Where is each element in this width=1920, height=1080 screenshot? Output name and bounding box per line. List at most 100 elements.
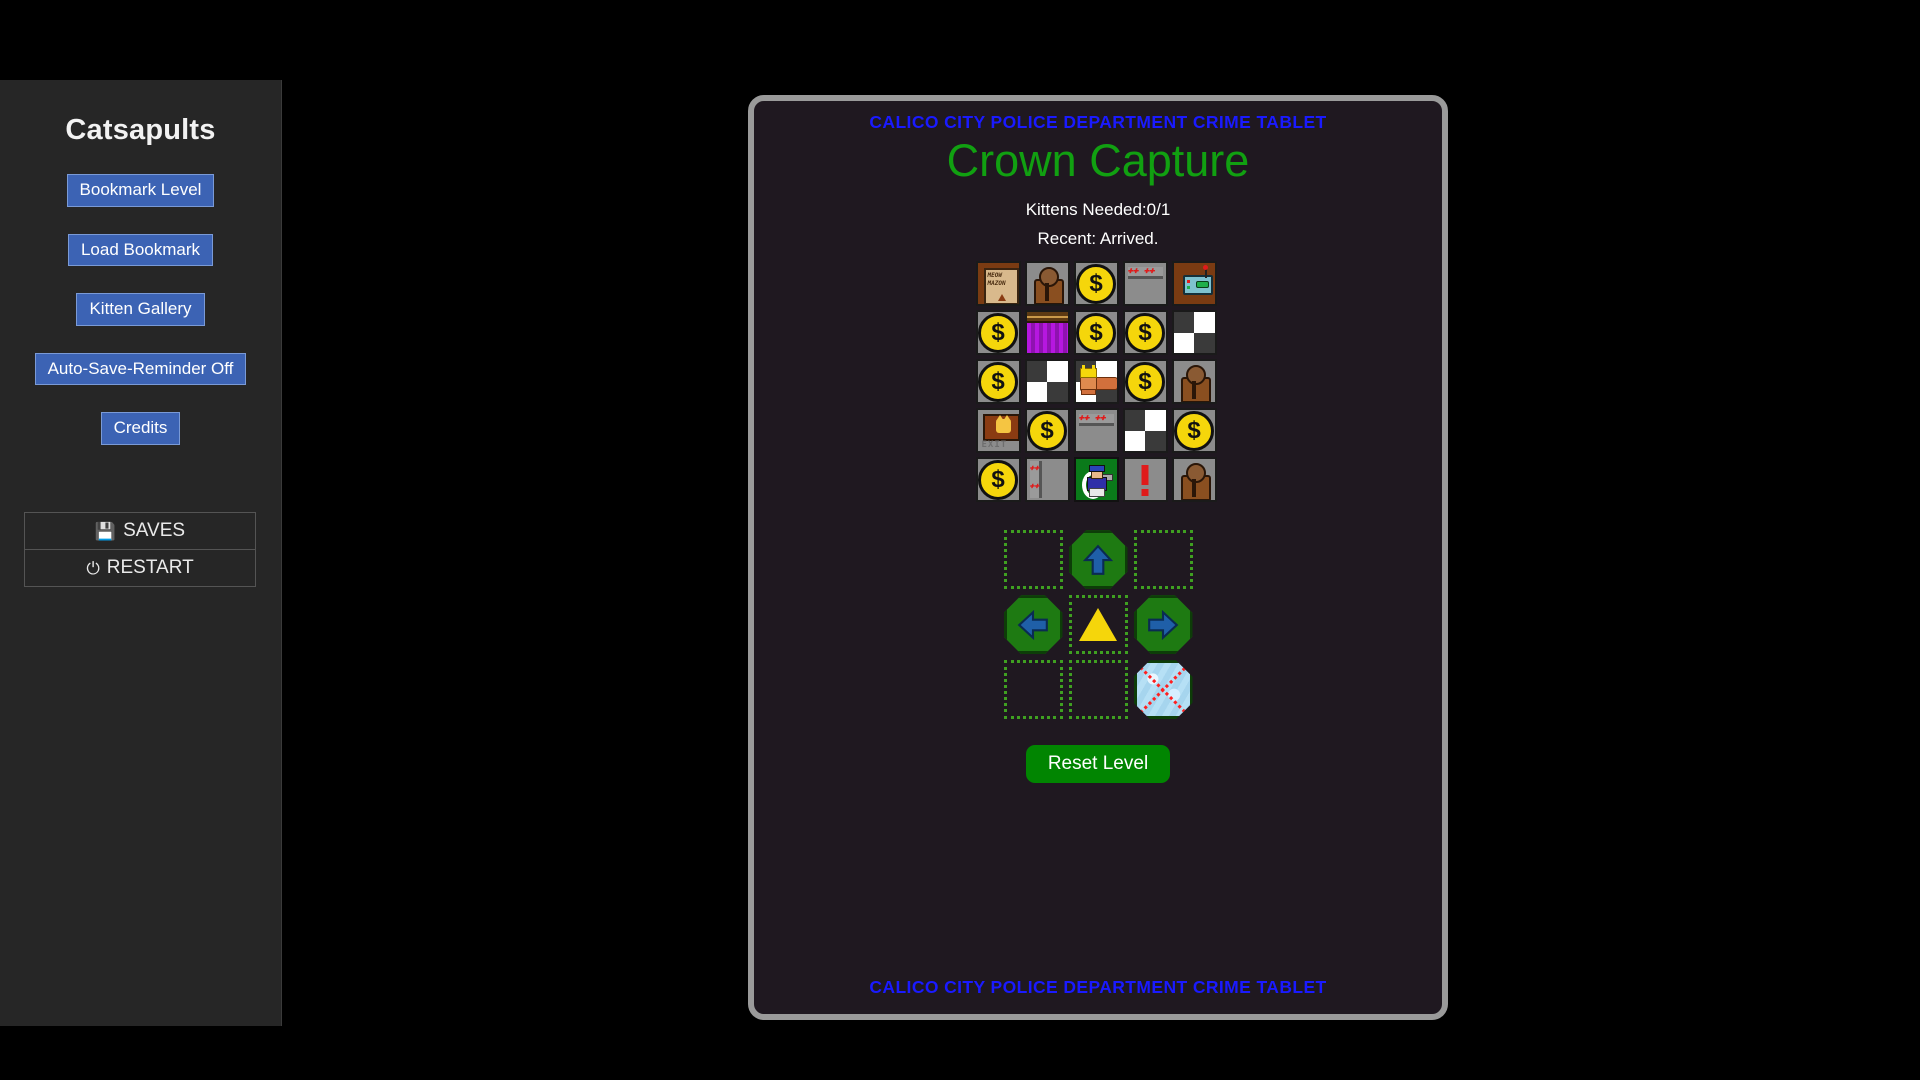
- app-root: Catsapults Bookmark Level Load Bookmark Ki…: [0, 0, 1920, 1080]
- sign-marks: ✚✚: [1029, 463, 1040, 473]
- menu-item-restart[interactable]: ⏻ RESTART: [25, 549, 255, 586]
- floppy-disk-icon: 💾: [94, 521, 117, 541]
- coin-icon: $: [978, 312, 1018, 353]
- exit-sign-icon: [982, 414, 1019, 442]
- control-launch[interactable]: [1068, 595, 1128, 655]
- reset-level-button[interactable]: Reset Level: [1025, 745, 1171, 784]
- control-slot-empty: [1003, 530, 1063, 590]
- tile-checkerboard[interactable]: [1024, 359, 1070, 405]
- arrow-up-icon: [1081, 543, 1115, 577]
- control-slot-empty: [1068, 660, 1128, 720]
- tile-coin[interactable]: $: [1073, 310, 1119, 356]
- launch-triangle-icon: [1079, 608, 1117, 642]
- recent-status: Recent: Arrived.: [1037, 229, 1159, 249]
- tile-checkerboard[interactable]: [1171, 310, 1217, 356]
- warning-sign-icon: ✚✚ ✚✚: [1127, 266, 1163, 280]
- control-move-left[interactable]: [1003, 595, 1063, 655]
- tile-coin[interactable]: $: [1122, 310, 1168, 356]
- tile-coin[interactable]: $: [1073, 261, 1119, 307]
- exit-sign-label: EXIT: [981, 440, 1008, 451]
- tile-exit-sign[interactable]: EXIT: [975, 408, 1021, 454]
- police-officer-icon: [1082, 464, 1113, 499]
- tile-alert[interactable]: [1122, 457, 1168, 503]
- checker-pattern: [1173, 312, 1215, 354]
- tile-delivery-box[interactable]: MEOW MAZON: [975, 261, 1021, 307]
- sign-marks: ✚✚ ✚✚: [1127, 266, 1155, 277]
- tile-coin[interactable]: $: [975, 457, 1021, 503]
- control-slot-empty: [1133, 530, 1193, 590]
- arrow-right-icon: [1146, 608, 1180, 642]
- sidebar-button-row: Bookmark Level: [0, 174, 281, 207]
- coin-icon: $: [978, 361, 1018, 402]
- alert-exclamation-icon: [1141, 465, 1149, 486]
- game-grid: MEOW MAZON $ ✚✚ ✚✚ $ $ $ $ $ EXIT $ ✚✚ ✚✚ $ $ ✚✚ ✚✚: [975, 261, 1221, 503]
- statue-icon: [1032, 266, 1064, 305]
- checker-pattern: [1124, 410, 1166, 452]
- coin-icon: $: [1125, 312, 1165, 353]
- tile-coin[interactable]: $: [1024, 408, 1070, 454]
- sidebar-button-bookmark-level[interactable]: Bookmark Level: [66, 174, 215, 207]
- coin-icon: $: [1027, 410, 1067, 451]
- tile-coin[interactable]: $: [975, 310, 1021, 356]
- tile-crowned-cat[interactable]: [1073, 359, 1119, 405]
- sidebar-buttons: Bookmark Level Load Bookmark Kitten Galler…: [0, 174, 281, 445]
- sidebar-button-load-bookmark[interactable]: Load Bookmark: [67, 233, 214, 267]
- direction-controls: [1003, 530, 1193, 720]
- sidebar-button-row: Auto-Save-Reminder Off: [0, 352, 281, 386]
- sidebar-button-kitten-gallery[interactable]: Kitten Gallery: [76, 293, 205, 326]
- tile-sign-horizontal[interactable]: ✚✚ ✚✚: [1122, 261, 1168, 307]
- tile-police-officer[interactable]: [1073, 457, 1119, 503]
- menu-item-label: SAVES: [123, 520, 186, 541]
- tile-statue[interactable]: [1171, 359, 1217, 405]
- sign-marks: ✚✚ ✚✚: [1078, 413, 1106, 424]
- sidebar-menu-group: 💾 SAVES ⏻ RESTART: [24, 512, 256, 587]
- coin-icon: $: [1174, 410, 1214, 451]
- statue-icon: [1179, 364, 1211, 403]
- radio-console-icon: [1182, 265, 1213, 296]
- disabled-x-icon: [1134, 661, 1192, 719]
- sidebar-button-auto-save-reminder[interactable]: Auto-Save-Reminder Off: [34, 352, 247, 386]
- warning-sign-vertical-icon: ✚✚ ✚✚: [1029, 461, 1042, 499]
- coin-icon: $: [978, 459, 1018, 500]
- box-text-line1: MEOW: [987, 272, 1002, 280]
- tablet-banner-top: CALICO CITY POLICE DEPARTMENT CRIME TABL…: [869, 112, 1327, 132]
- coin-icon: $: [1076, 312, 1116, 353]
- tile-console[interactable]: [1171, 261, 1217, 307]
- control-ice-disabled[interactable]: [1133, 660, 1193, 720]
- sidebar-button-row: Credits: [0, 412, 281, 445]
- tile-coin[interactable]: $: [1122, 359, 1168, 405]
- tablet-banner-bottom: CALICO CITY POLICE DEPARTMENT CRIME TABL…: [869, 977, 1327, 997]
- tile-checkerboard[interactable]: [1122, 408, 1168, 454]
- crime-tablet: CALICO CITY POLICE DEPARTMENT CRIME TABL…: [748, 95, 1448, 1020]
- control-slot-empty: [1003, 660, 1063, 720]
- kittens-needed-status: Kittens Needed:0/1: [1025, 200, 1171, 220]
- control-move-right[interactable]: [1133, 595, 1193, 655]
- checker-pattern: [1026, 361, 1068, 403]
- coin-icon: $: [1125, 361, 1165, 402]
- tile-sign-vertical[interactable]: ✚✚ ✚✚: [1024, 457, 1070, 503]
- menu-item-saves[interactable]: 💾 SAVES: [25, 513, 255, 549]
- tile-coin[interactable]: $: [975, 359, 1021, 405]
- box-text-line2: MAZON: [987, 280, 1006, 288]
- sidebar-button-credits[interactable]: Credits: [100, 412, 181, 445]
- control-move-up[interactable]: [1068, 530, 1128, 590]
- app-title: Catsapults: [65, 114, 216, 146]
- sidebar-button-row: Load Bookmark: [0, 233, 281, 267]
- tile-statue[interactable]: [1024, 261, 1070, 307]
- crowned-cat-icon: [1079, 365, 1117, 396]
- statue-icon: [1179, 462, 1211, 501]
- menu-item-label: RESTART: [106, 557, 194, 578]
- tile-curtain[interactable]: [1024, 310, 1070, 356]
- tile-statue[interactable]: [1171, 457, 1217, 503]
- coin-icon: $: [1076, 263, 1116, 304]
- tile-sign-horizontal[interactable]: ✚✚ ✚✚: [1073, 408, 1119, 454]
- power-icon: ⏻: [86, 558, 100, 578]
- alert-exclamation-dot: [1141, 489, 1149, 497]
- tile-coin[interactable]: $: [1171, 408, 1217, 454]
- level-title: Crown Capture: [946, 135, 1250, 186]
- arrow-left-icon: [1016, 608, 1050, 642]
- warning-sign-icon: ✚✚ ✚✚: [1078, 413, 1114, 427]
- reset-button-wrap: Reset Level: [754, 745, 1442, 784]
- sidebar-button-row: Kitten Gallery: [0, 293, 281, 326]
- curtain-icon: [1026, 312, 1068, 354]
